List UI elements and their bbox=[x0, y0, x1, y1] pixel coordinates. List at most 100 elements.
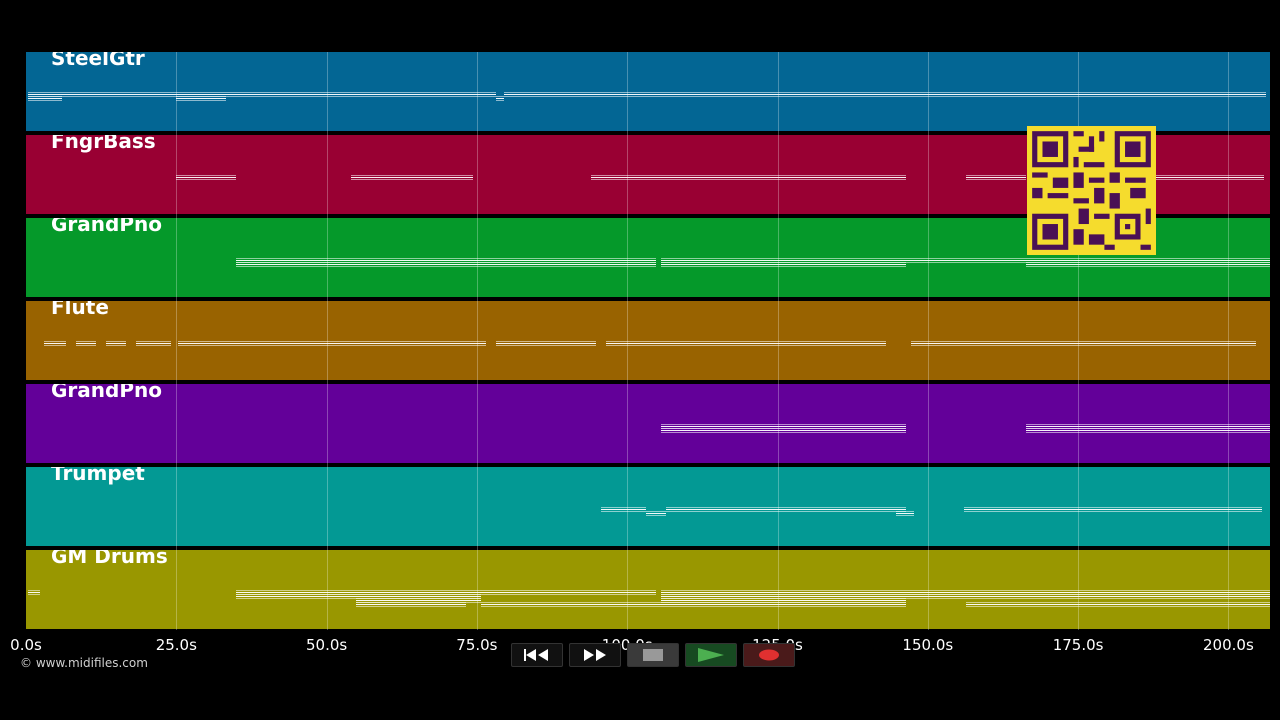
note-segment bbox=[661, 596, 906, 597]
note-segment bbox=[606, 345, 676, 346]
track-name: GrandPno bbox=[51, 218, 162, 236]
note-segment bbox=[646, 515, 666, 516]
note-segment bbox=[726, 177, 906, 178]
note-segment bbox=[186, 177, 236, 178]
tick-label: 75.0s bbox=[456, 636, 498, 654]
note-segment bbox=[591, 177, 726, 178]
note-segment bbox=[226, 96, 271, 97]
note-segment bbox=[236, 262, 476, 263]
stop-icon bbox=[643, 649, 663, 661]
note-segment bbox=[661, 432, 906, 433]
note-segment bbox=[28, 592, 40, 593]
note-segment bbox=[62, 96, 176, 97]
fast-forward-icon bbox=[584, 649, 606, 661]
note-segment bbox=[1026, 264, 1270, 265]
note-segment bbox=[606, 343, 676, 344]
note-segment bbox=[236, 596, 481, 597]
track-lane: GrandPno bbox=[26, 384, 1270, 463]
note-segment bbox=[766, 507, 906, 508]
note-segment bbox=[896, 515, 914, 516]
gridline bbox=[476, 52, 478, 630]
note-segment bbox=[178, 341, 266, 342]
note-segment bbox=[504, 96, 726, 97]
track-name: Trumpet bbox=[51, 467, 145, 485]
note-segment bbox=[28, 96, 62, 97]
tick-label: 50.0s bbox=[305, 636, 348, 654]
note-segment bbox=[661, 424, 906, 425]
note-segment bbox=[1026, 341, 1256, 342]
note-segment bbox=[1026, 424, 1270, 425]
note-segment bbox=[906, 598, 1270, 599]
note-segment bbox=[964, 511, 1026, 512]
note-segment bbox=[28, 594, 40, 595]
track-lane: SteelGtr bbox=[26, 52, 1270, 131]
note-segment bbox=[1026, 96, 1266, 97]
fast-forward-button[interactable] bbox=[569, 643, 621, 667]
gridline bbox=[627, 52, 629, 630]
track-lane: Trumpet bbox=[26, 467, 1270, 546]
transport-controls bbox=[511, 643, 795, 667]
note-segment bbox=[106, 341, 126, 342]
tick-label: 150.0s bbox=[902, 636, 954, 654]
note-segment bbox=[676, 341, 886, 342]
note-segment bbox=[591, 179, 726, 180]
track-lane: Flute bbox=[26, 301, 1270, 380]
note-segment bbox=[236, 590, 481, 591]
note-segment bbox=[1026, 430, 1270, 431]
note-segment bbox=[476, 260, 656, 261]
note-segment bbox=[646, 511, 666, 512]
tick-label: 25.0s bbox=[155, 636, 197, 654]
note-segment bbox=[906, 262, 1026, 263]
qr-code bbox=[1027, 126, 1156, 255]
note-segment bbox=[1026, 343, 1256, 344]
note-segment bbox=[1026, 511, 1262, 512]
note-segment bbox=[28, 98, 62, 99]
note-segment bbox=[606, 341, 676, 342]
note-segment bbox=[76, 343, 96, 344]
note-segment bbox=[1026, 428, 1270, 429]
gridline bbox=[326, 52, 328, 630]
note-segment bbox=[351, 179, 473, 180]
stop-button[interactable] bbox=[627, 643, 679, 667]
note-segment bbox=[176, 100, 226, 101]
note-segment bbox=[426, 92, 496, 93]
note-segment bbox=[426, 96, 496, 97]
note-segment bbox=[726, 96, 906, 97]
note-segment bbox=[44, 343, 66, 344]
play-icon bbox=[698, 648, 724, 662]
rewind-button[interactable] bbox=[511, 643, 563, 667]
note-segment bbox=[1026, 426, 1270, 427]
record-button[interactable] bbox=[743, 643, 795, 667]
note-segment bbox=[906, 592, 1270, 593]
note-segment bbox=[496, 98, 504, 99]
note-segment bbox=[661, 264, 906, 265]
gridline bbox=[927, 52, 929, 630]
note-segment bbox=[28, 92, 62, 93]
note-segment bbox=[601, 507, 646, 508]
note-segment bbox=[271, 96, 426, 97]
note-segment bbox=[496, 100, 504, 101]
note-segment bbox=[496, 341, 596, 342]
play-button[interactable] bbox=[685, 643, 737, 667]
gridline bbox=[176, 52, 178, 630]
gridline bbox=[777, 52, 779, 630]
note-segment bbox=[481, 592, 656, 593]
note-segment bbox=[44, 341, 66, 342]
note-segment bbox=[1146, 177, 1264, 178]
note-segment bbox=[1146, 175, 1264, 176]
tick-label: 0.0s bbox=[10, 636, 42, 654]
credit-text: © www.midifiles.com bbox=[20, 656, 148, 670]
note-segment bbox=[136, 345, 171, 346]
note-segment bbox=[481, 604, 906, 605]
note-segment bbox=[476, 262, 656, 263]
note-segment bbox=[76, 341, 96, 342]
note-segment bbox=[136, 343, 171, 344]
note-segment bbox=[676, 345, 886, 346]
note-segment bbox=[266, 343, 346, 344]
note-segment bbox=[906, 260, 1026, 261]
note-segment bbox=[266, 341, 346, 342]
note-segment bbox=[676, 343, 886, 344]
note-segment bbox=[176, 175, 186, 176]
note-segment bbox=[906, 92, 1026, 93]
note-segment bbox=[28, 94, 62, 95]
